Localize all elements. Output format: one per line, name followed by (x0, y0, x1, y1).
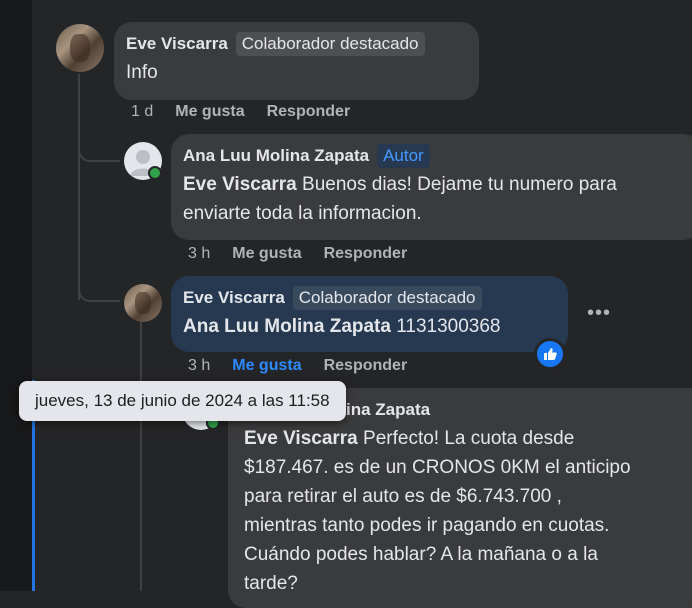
comment-actions-1: 1 d Me gusta Responder (131, 103, 350, 121)
left-panel-edge (0, 0, 32, 591)
comment-timestamp[interactable]: 3 h (188, 245, 210, 263)
comment-text-line: mientras tanto podes ir pagando en cuota… (244, 515, 610, 536)
reply-button[interactable]: Responder (324, 245, 408, 263)
mention-link[interactable]: Eve Viscarra (183, 174, 297, 195)
comment-text-line: Cuándo podes hablar? A la mañana o a la (244, 544, 598, 565)
online-status-icon (148, 166, 162, 180)
thread-connector-reply-2 (78, 276, 120, 302)
comment-text: Eve Viscarra Perfecto! La cuota desde (244, 428, 575, 449)
comment-bubble-3: Eve Viscarra Colaborador destacado Ana L… (171, 276, 568, 352)
thread-line-nested (140, 322, 142, 591)
contributor-badge: Colaborador destacado (235, 32, 425, 56)
mention-link[interactable]: Ana Luu Molina Zapata (183, 316, 391, 337)
comment-actions-3: 3 h Me gusta Responder (188, 357, 407, 375)
comment-text-line: para retirar el auto es de $6.743.700 , (244, 486, 562, 507)
comment-timestamp[interactable]: 1 d (131, 103, 153, 121)
thumbs-up-glyph (544, 348, 557, 360)
comment-text: Info (126, 62, 158, 83)
timestamp-tooltip: jueves, 13 de junio de 2024 a las 11:58 (19, 381, 346, 421)
comment-author[interactable]: Ana Luu Molina Zapata (183, 146, 369, 166)
like-button[interactable]: Me gusta (175, 103, 244, 121)
comment-bubble-4: Ana Luu Molina Zapata Eve Viscarra Perfe… (228, 388, 692, 608)
comment-actions-2: 3 h Me gusta Responder (188, 245, 407, 263)
comment-author[interactable]: Eve Viscarra (183, 288, 285, 308)
comment-author[interactable]: Eve Viscarra (126, 34, 228, 54)
comment-text-line: tarde? (244, 573, 298, 594)
author-badge: Autor (377, 144, 430, 168)
reply-button[interactable]: Responder (267, 103, 351, 121)
comment-bubble-1: Eve Viscarra Colaborador destacado Info (114, 22, 479, 100)
thumbs-up-icon[interactable] (534, 338, 566, 370)
comment-text-line: enviarte toda la informacion. (183, 203, 422, 224)
comment-text: Ana Luu Molina Zapata 1131300368 (183, 316, 501, 337)
comment-text-line: $187.467. es de un CRONOS 0KM el anticip… (244, 457, 631, 478)
avatar-eve-viscarra[interactable] (56, 24, 104, 72)
comment-timestamp[interactable]: 3 h (188, 357, 210, 375)
avatar-eve-viscarra[interactable] (124, 284, 162, 322)
like-button[interactable]: Me gusta (232, 245, 301, 263)
reply-button[interactable]: Responder (324, 357, 408, 375)
comment-text: Eve Viscarra Buenos dias! Dejame tu nume… (183, 174, 617, 195)
thread-connector-reply-1 (78, 136, 120, 162)
comment-bubble-2: Ana Luu Molina Zapata Autor Eve Viscarra… (171, 134, 692, 240)
mention-link[interactable]: Eve Viscarra (244, 428, 358, 449)
more-options-icon[interactable]: ••• (587, 302, 611, 325)
like-button[interactable]: Me gusta (232, 357, 301, 375)
contributor-badge: Colaborador destacado (292, 286, 482, 310)
